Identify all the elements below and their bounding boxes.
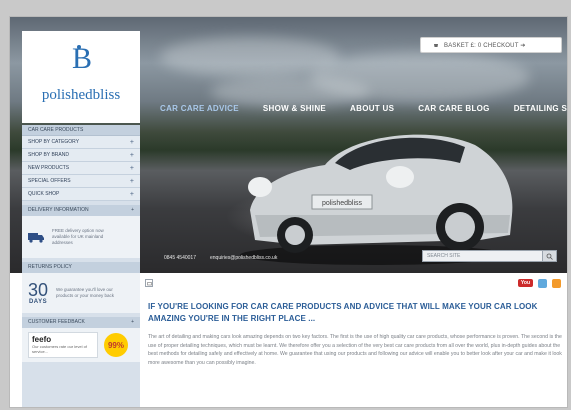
sidebar-item-shop-by-brand[interactable]: SHOP BY BRAND + [22, 149, 140, 162]
page-headline: IF YOU'RE LOOKING FOR CAR CARE PRODUCTS … [148, 302, 538, 323]
intro-paragraph: The art of detailing and making cars loo… [148, 334, 562, 366]
delivery-title: DELIVERY INFORMATION [28, 207, 89, 213]
twitter-icon[interactable] [538, 278, 547, 288]
sidebar-item-label: QUICK SHOP [28, 191, 60, 197]
sidebar-item-new-products[interactable]: NEW PRODUCTS + [22, 162, 140, 175]
returns-text: We guarantee you'll love our products or… [56, 287, 115, 298]
feefo-text: Our customers rate our level of service.… [32, 344, 87, 354]
phone-number[interactable]: 0845 4540017 [164, 255, 196, 261]
days-badge: 30 DAYS [28, 279, 49, 305]
svg-text:B: B [72, 42, 92, 75]
nav-car-care-advice[interactable]: CAR CARE ADVICE [160, 104, 239, 113]
sidebar-item-label: NEW PRODUCTS [28, 165, 70, 171]
plus-icon: + [129, 177, 134, 185]
social-links: You [517, 278, 561, 288]
delivery-block: DELIVERY INFORMATION + FREE delivery opt… [22, 205, 140, 258]
sidebar: CAR CARE PRODUCTS SHOP BY CATEGORY + SHO… [22, 125, 140, 407]
logo-text: polishedbliss [41, 87, 121, 103]
nav-about-us[interactable]: ABOUT US [350, 104, 394, 113]
truck-icon [28, 233, 44, 243]
returns-header[interactable]: RETURNS POLICY [22, 262, 140, 273]
print-icon[interactable] [145, 279, 153, 287]
logo[interactable]: B polishedbliss [22, 31, 140, 123]
logo-b-icon: B [72, 42, 92, 75]
plus-icon: + [129, 190, 134, 198]
feedback-title: CUSTOMER FEEDBACK [28, 319, 85, 325]
feefo-logo: feefo [32, 335, 52, 344]
nav-car-care-blog[interactable]: CAR CARE BLOG [418, 104, 489, 113]
basket-text: BASKET £: 0 CHECKOUT ➔ [444, 42, 526, 49]
sidebar-header: CAR CARE PRODUCTS [22, 125, 140, 136]
sidebar-item-special-offers[interactable]: SPECIAL OFFERS + [22, 175, 140, 188]
returns-block: RETURNS POLICY 30 DAYS We guarantee you'… [22, 262, 140, 313]
sidebar-item-label: SPECIAL OFFERS [28, 178, 71, 184]
delivery-text: FREE delivery option now available for U… [52, 228, 104, 245]
plus-icon: + [129, 164, 134, 172]
sidebar-item-shop-by-category[interactable]: SHOP BY CATEGORY + [22, 136, 140, 149]
sidebar-item-quick-shop[interactable]: QUICK SHOP + [22, 188, 140, 201]
search-button[interactable] [542, 250, 557, 262]
rss-icon[interactable] [552, 278, 561, 288]
search-input[interactable]: SEARCH SITE [422, 250, 557, 262]
main-content: You IF YOU'RE LOOKING FOR CAR CARE PRODU… [140, 273, 567, 407]
feedback-header[interactable]: CUSTOMER FEEDBACK + [22, 317, 140, 328]
main-nav: CAR CARE ADVICE SHOW & SHINE ABOUT US CA… [160, 104, 567, 113]
content-toolbar: You [140, 273, 567, 293]
nav-detailing-services[interactable]: DETAILING SERVICES [514, 104, 567, 113]
page: polishedbliss BASKET £: 0 CHECKOUT ➔ CAR… [10, 17, 567, 407]
email-link[interactable]: enquiries@polishedbliss.co.uk [210, 255, 277, 261]
sidebar-item-label: SHOP BY BRAND [28, 152, 69, 158]
contact-info: 0845 4540017 enquiries@polishedbliss.co.… [164, 255, 277, 261]
days-number: 30 [28, 279, 49, 300]
feefo-score: 99% [104, 333, 128, 357]
license-plate: polishedbliss [322, 200, 363, 207]
basket-checkout-button[interactable]: BASKET £: 0 CHECKOUT ➔ [420, 37, 562, 53]
car-image: polishedbliss [240, 134, 513, 265]
plus-icon: + [131, 207, 134, 213]
plus-icon: + [129, 138, 134, 146]
feefo-card[interactable]: feefo Our customers rate our level of se… [28, 332, 98, 358]
plus-icon: + [131, 319, 134, 325]
sidebar-item-label: SHOP BY CATEGORY [28, 139, 80, 145]
basket-icon [434, 44, 438, 47]
youtube-icon[interactable]: You [517, 279, 533, 287]
feedback-block: CUSTOMER FEEDBACK + feefo Our customers … [22, 317, 140, 362]
returns-title: RETURNS POLICY [28, 264, 72, 270]
search-icon [546, 253, 553, 260]
plus-icon: + [129, 151, 134, 159]
delivery-header[interactable]: DELIVERY INFORMATION + [22, 205, 140, 216]
nav-show-shine[interactable]: SHOW & SHINE [263, 104, 326, 113]
days-label: DAYS [28, 298, 48, 305]
